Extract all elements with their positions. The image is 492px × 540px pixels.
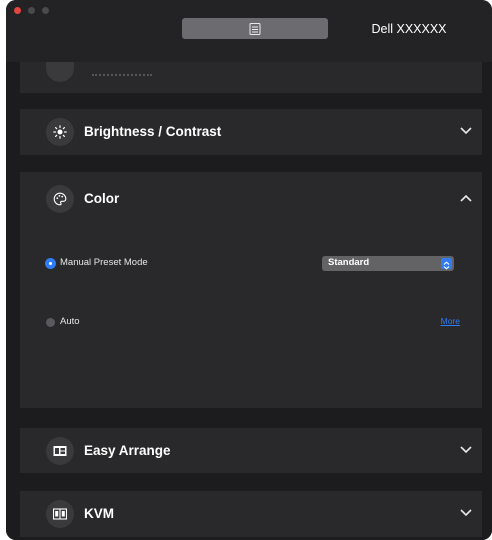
easy-arrange-panel[interactable]: Easy Arrange — [20, 428, 482, 473]
device-tab[interactable]: Dell XXXXXX — [338, 18, 480, 39]
menu-tab[interactable] — [182, 18, 328, 39]
minimize-window-button[interactable] — [28, 7, 35, 14]
kvm-title: KVM — [84, 506, 114, 521]
kvm-panel[interactable]: KVM — [20, 491, 482, 537]
manual-preset-label: Manual Preset Mode — [60, 257, 148, 268]
display-title-partial — [92, 68, 152, 76]
kvm-icon — [46, 500, 74, 528]
maximize-window-button[interactable] — [42, 7, 49, 14]
auto-radio[interactable] — [46, 318, 55, 327]
more-link[interactable]: More — [441, 316, 460, 326]
chevron-up-icon[interactable] — [460, 194, 472, 202]
select-arrows-icon — [441, 258, 452, 270]
brightness-contrast-title: Brightness / Contrast — [84, 124, 222, 139]
settings-list: Brightness / Contrast Color Manual Prese… — [6, 62, 492, 540]
close-window-button[interactable] — [14, 7, 21, 14]
preset-mode-select[interactable]: Standard — [322, 256, 454, 271]
color-panel: Color Manual Preset Mode Standard Auto M… — [20, 172, 482, 408]
brightness-contrast-panel[interactable]: Brightness / Contrast — [20, 109, 482, 155]
chevron-down-icon[interactable] — [460, 127, 472, 135]
color-title: Color — [84, 191, 120, 206]
easy-arrange-title: Easy Arrange — [84, 443, 171, 458]
app-window: Dell XXXXXX Brightness / Contrast Color … — [6, 0, 492, 540]
preset-mode-value: Standard — [328, 257, 370, 268]
chevron-down-icon[interactable] — [460, 509, 472, 517]
display-icon — [46, 62, 74, 82]
title-bar: Dell XXXXXX — [6, 0, 492, 62]
manual-preset-radio[interactable] — [46, 259, 55, 268]
layout-icon — [46, 437, 74, 465]
list-icon — [249, 22, 261, 35]
sun-icon — [46, 118, 74, 146]
display-panel-partial[interactable] — [20, 62, 482, 93]
auto-label: Auto — [60, 316, 80, 327]
chevron-down-icon[interactable] — [460, 446, 472, 454]
device-label: Dell XXXXXX — [371, 21, 447, 36]
palette-icon — [46, 185, 74, 213]
